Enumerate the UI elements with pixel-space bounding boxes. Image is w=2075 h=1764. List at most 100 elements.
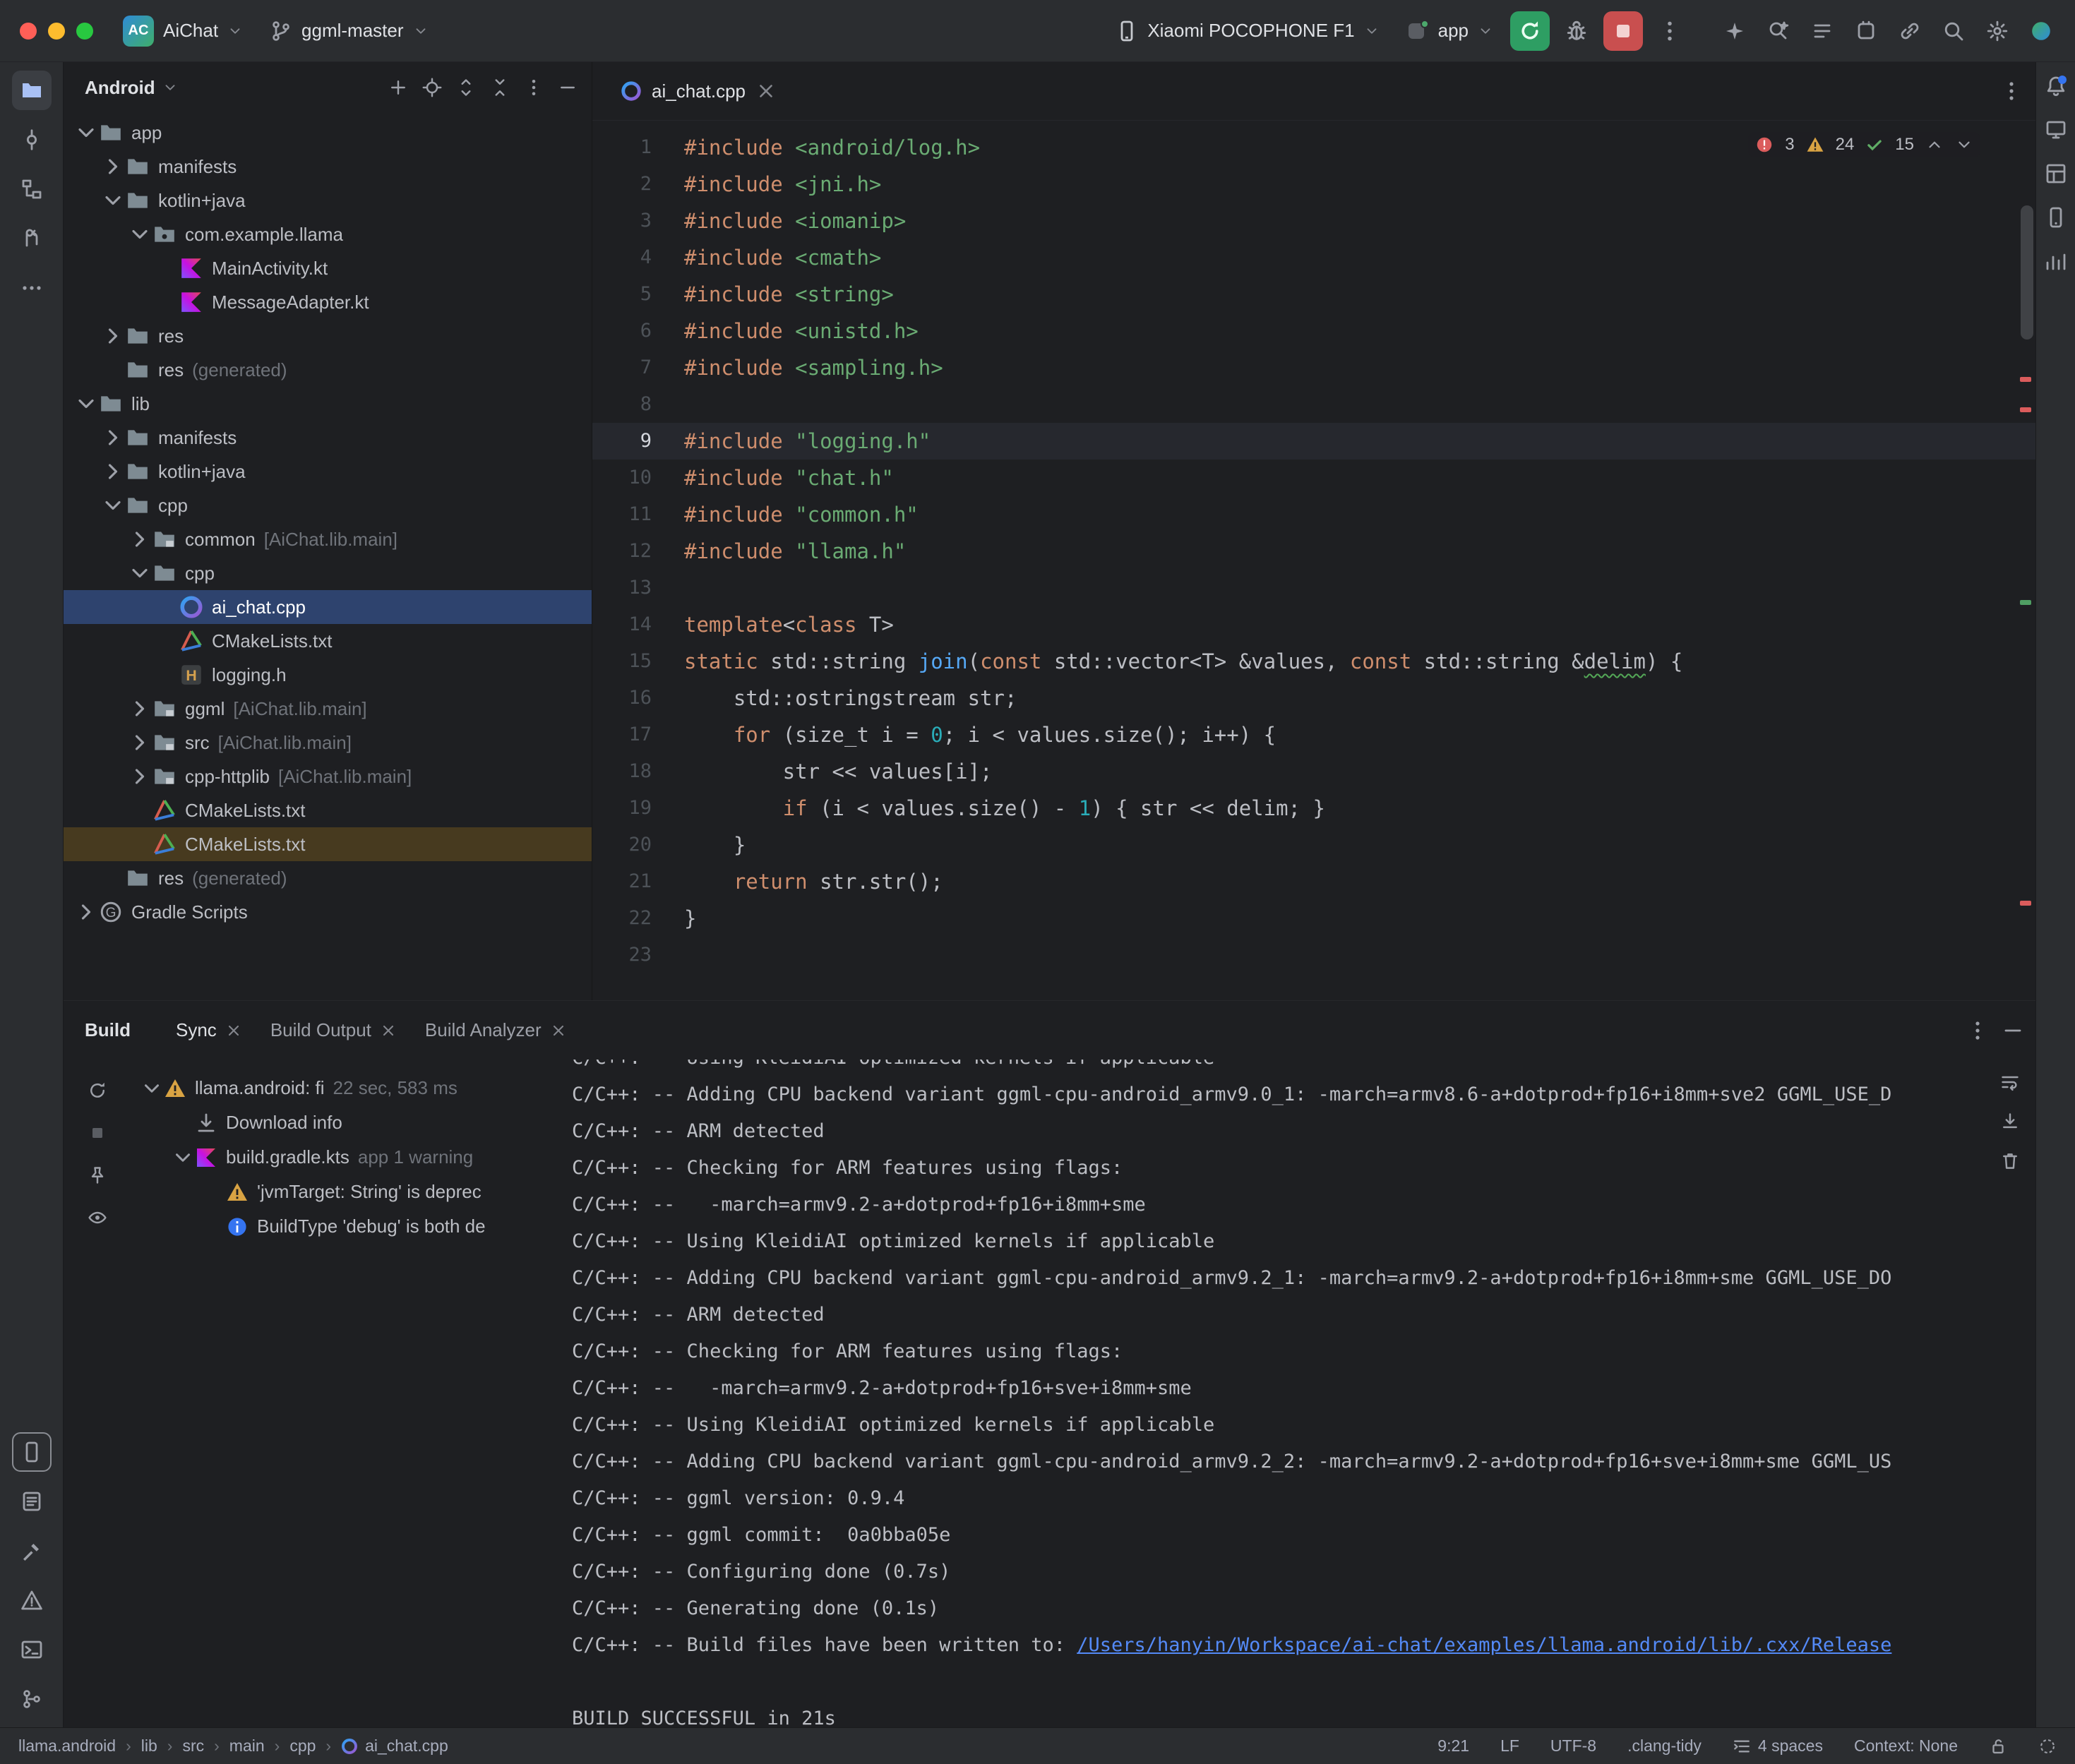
chevron-right-icon[interactable]	[127, 764, 153, 789]
cursor-position[interactable]: 9:21	[1437, 1736, 1469, 1756]
tree-item-messageadapter-kt[interactable]: MessageAdapter.kt	[64, 285, 592, 319]
breadcrumb-item-cpp[interactable]: cpp	[289, 1736, 316, 1756]
refresh-icon[interactable]	[82, 1075, 113, 1106]
tree-item-common[interactable]: common[AiChat.lib.main]	[64, 522, 592, 556]
change-stripe-mark[interactable]	[2020, 600, 2031, 605]
editor-scrollbar[interactable]	[2016, 121, 2035, 1000]
editor-tab-ai-chat-cpp[interactable]: ai_chat.cpp	[608, 62, 789, 120]
tree-item-res[interactable]: res	[64, 319, 592, 353]
run-configuration-selector[interactable]: app	[1397, 10, 1503, 52]
links-icon[interactable]	[1890, 11, 1930, 51]
error-stripe-mark[interactable]	[2020, 407, 2031, 412]
code-line-9[interactable]: 9#include "logging.h"	[592, 423, 2035, 460]
close-window-button[interactable]	[20, 23, 37, 40]
todo-icon[interactable]	[1802, 11, 1842, 51]
tab-sync[interactable]: Sync	[162, 1001, 256, 1060]
error-stripe-mark[interactable]	[2020, 377, 2031, 382]
code-line-11[interactable]: 11#include "common.h"	[592, 496, 2035, 533]
lock-widget[interactable]	[1989, 1737, 2007, 1756]
editor-options-icon[interactable]	[2000, 80, 2023, 102]
tree-item-manifests[interactable]: manifests	[64, 421, 592, 455]
maximize-window-button[interactable]	[76, 23, 93, 40]
breadcrumb-item-main[interactable]: main	[229, 1736, 265, 1756]
chevron-down-icon[interactable]	[171, 1146, 195, 1170]
chevron-right-icon[interactable]	[127, 696, 153, 721]
tree-item-llama-android-fi[interactable]: llama.android: fi22 sec, 583 ms	[131, 1071, 558, 1105]
chevron-right-icon[interactable]	[100, 154, 126, 179]
build-options-icon[interactable]	[1962, 1015, 1993, 1046]
app-insights-icon[interactable]	[2040, 246, 2071, 277]
code-line-6[interactable]: 6#include <unistd.h>	[592, 313, 2035, 349]
tree-item-buildtype-debug-is-both-de[interactable]: BuildType 'debug' is both de	[131, 1209, 558, 1244]
scroll-end-icon[interactable]	[1995, 1106, 2026, 1137]
chevron-down-icon[interactable]	[100, 493, 126, 518]
suspend-icon[interactable]	[82, 1117, 113, 1148]
plugins-icon[interactable]	[1846, 11, 1886, 51]
tree-item-lib[interactable]: lib	[64, 387, 592, 421]
chevron-right-icon[interactable]	[100, 425, 126, 450]
chevron-down-icon[interactable]	[100, 188, 126, 213]
chevron-down-icon[interactable]	[73, 391, 99, 416]
inspections-widget[interactable]: 3 24 15	[1748, 132, 1980, 157]
terminal-icon[interactable]	[12, 1630, 52, 1669]
tree-item-mainactivity-kt[interactable]: MainActivity.kt	[64, 251, 592, 285]
close-tab-icon[interactable]	[225, 1022, 242, 1039]
tab-build-analyzer[interactable]: Build Analyzer	[411, 1001, 581, 1060]
code-line-23[interactable]: 23	[592, 937, 2035, 973]
hide-build-panel-icon[interactable]	[1997, 1015, 2028, 1046]
tree-item-cmakelists-txt[interactable]: CMakeLists.txt	[64, 793, 592, 827]
tree-item-ai-chat-cpp[interactable]: ai_chat.cpp	[64, 590, 592, 624]
logcat-icon[interactable]	[12, 1482, 52, 1521]
chevron-down-icon[interactable]	[127, 222, 153, 247]
notifications-icon[interactable]	[2040, 71, 2071, 102]
clear-icon[interactable]	[1995, 1146, 2026, 1177]
vcs-branch-widget[interactable]: ggml-master	[260, 10, 438, 52]
code-line-21[interactable]: 21 return str.str();	[592, 863, 2035, 900]
tree-item-kotlin-java[interactable]: kotlin+java	[64, 455, 592, 488]
tree-item-res[interactable]: res(generated)	[64, 353, 592, 387]
code-line-18[interactable]: 18 str << values[i];	[592, 753, 2035, 790]
version-control-icon[interactable]	[12, 1679, 52, 1719]
chevron-right-icon[interactable]	[127, 730, 153, 755]
tree-item-cpp[interactable]: cpp	[64, 488, 592, 522]
project-icon[interactable]	[12, 71, 52, 110]
code-line-7[interactable]: 7#include <sampling.h>	[592, 349, 2035, 386]
breadcrumb-item-ai-chat-cpp[interactable]: ai_chat.cpp	[341, 1736, 448, 1756]
code-line-2[interactable]: 2#include <jni.h>	[592, 166, 2035, 203]
tree-item-ggml[interactable]: ggml[AiChat.lib.main]	[64, 692, 592, 726]
device-manager-icon[interactable]	[2040, 114, 2071, 145]
pull-requests-icon[interactable]	[12, 219, 52, 258]
problems-icon[interactable]	[12, 1580, 52, 1620]
code-line-12[interactable]: 12#include "llama.h"	[592, 533, 2035, 570]
profile-icon[interactable]	[2021, 11, 2061, 51]
code-line-20[interactable]: 20 }	[592, 827, 2035, 863]
tree-item-logging-h[interactable]: Hlogging.h	[64, 658, 592, 692]
chevron-right-icon[interactable]	[100, 459, 126, 484]
options-icon[interactable]	[518, 72, 549, 103]
tree-item-manifests[interactable]: manifests	[64, 150, 592, 184]
structure-icon[interactable]	[12, 169, 52, 209]
close-tab-icon[interactable]	[755, 80, 777, 102]
close-tab-icon[interactable]	[380, 1022, 397, 1039]
tree-item-app[interactable]: app	[64, 116, 592, 150]
tree-item-build-gradle-kts[interactable]: build.gradle.ktsapp 1 warning	[131, 1140, 558, 1175]
code-line-13[interactable]: 13	[592, 570, 2035, 606]
project-view-mode[interactable]: Android	[85, 77, 155, 99]
indent-style[interactable]: 4 spaces	[1733, 1736, 1823, 1756]
emulator-icon[interactable]	[2040, 202, 2071, 233]
minimize-window-button[interactable]	[48, 23, 65, 40]
build-output-link[interactable]: /Users/hanyin/Workspace/ai-chat/examples…	[1077, 1634, 1891, 1656]
search-icon[interactable]	[1934, 11, 1973, 51]
project-widget[interactable]: AC AiChat	[113, 10, 253, 52]
device-selector[interactable]: Xiaomi POCOPHONE F1	[1106, 10, 1389, 52]
add-icon[interactable]	[383, 72, 414, 103]
tab-build-output[interactable]: Build Output	[256, 1001, 411, 1060]
tree-item-kotlin-java[interactable]: kotlin+java	[64, 184, 592, 217]
more-run-actions-button[interactable]	[1650, 11, 1690, 51]
ai-actions-icon[interactable]	[1715, 11, 1754, 51]
breadcrumb-item-lib[interactable]: lib	[141, 1736, 157, 1756]
build-panel-title[interactable]: Build	[85, 1019, 131, 1041]
tree-item-jvmtarget-string-is-deprec[interactable]: 'jvmTarget: String' is deprec	[131, 1175, 558, 1209]
code-line-22[interactable]: 22}	[592, 900, 2035, 937]
expand-all-icon[interactable]	[450, 72, 482, 103]
